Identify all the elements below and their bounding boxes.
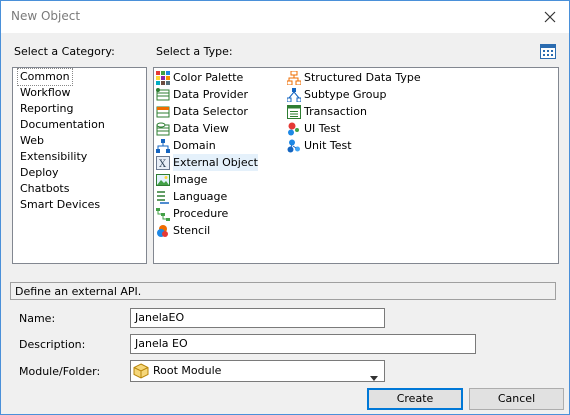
svg-text:X: X (159, 159, 167, 170)
external-object-icon: X (156, 155, 170, 170)
category-item-extensibility[interactable]: Extensibility (18, 149, 89, 165)
category-item-reporting[interactable]: Reporting (18, 101, 75, 117)
chevron-down-icon[interactable] (370, 369, 378, 387)
category-item-documentation[interactable]: Documentation (18, 117, 107, 133)
type-item-label: Structured Data Type (304, 71, 421, 84)
color-palette-icon (156, 70, 170, 85)
type-item-label: Data View (173, 122, 229, 135)
type-item-subtype-group[interactable]: Subtype Group (286, 86, 387, 103)
type-item-label: Data Provider (173, 88, 249, 101)
category-item-smart-devices[interactable]: Smart Devices (18, 197, 102, 213)
module-icon (133, 363, 149, 379)
type-item-label: External Object (173, 154, 258, 171)
language-icon (156, 190, 170, 204)
type-item-structured-data-type[interactable]: Structured Data Type (286, 69, 421, 86)
type-item-label: Language (173, 190, 228, 203)
create-button[interactable]: Create (367, 388, 463, 410)
type-item-external-object[interactable]: X External Object (156, 154, 258, 171)
type-item-label: Stencil (173, 224, 211, 237)
module-folder-label: Module/Folder: (19, 365, 101, 378)
type-item-label: Image (173, 173, 208, 186)
view-mode-icon[interactable] (540, 44, 556, 59)
type-item-data-view[interactable]: Data View (156, 120, 229, 137)
type-item-label: Data Selector (173, 105, 248, 118)
type-description: Define an external API. (10, 282, 556, 300)
type-item-transaction[interactable]: Transaction (287, 103, 367, 120)
title-bar: New Object (1, 1, 569, 33)
data-view-icon (156, 122, 170, 136)
image-icon (156, 173, 170, 187)
type-item-ui-test[interactable]: UI Test (287, 120, 340, 137)
type-item-language[interactable]: Language (156, 188, 227, 205)
data-provider-icon (156, 87, 170, 102)
category-item-chatbots[interactable]: Chatbots (18, 181, 71, 197)
category-list[interactable]: Common Workflow Reporting Documentation … (12, 67, 147, 264)
type-item-label: Transaction (304, 105, 367, 118)
ui-test-icon (287, 122, 301, 136)
description-label: Description: (19, 338, 86, 351)
description-field[interactable]: Janela EO (130, 334, 476, 354)
module-folder-select[interactable]: Root Module (130, 360, 385, 382)
type-item-label: Unit Test (304, 139, 352, 152)
transaction-icon (287, 104, 301, 119)
type-item-color-palette[interactable]: Color Palette (156, 69, 243, 86)
type-item-data-provider[interactable]: Data Provider (156, 86, 248, 103)
module-folder-value: Root Module (153, 364, 222, 377)
type-item-stencil[interactable]: Stencil (156, 222, 210, 239)
domain-icon (156, 138, 170, 153)
category-item-common[interactable]: Common (17, 68, 73, 86)
cancel-button[interactable]: Cancel (469, 388, 564, 410)
category-item-deploy[interactable]: Deploy (18, 165, 61, 181)
type-list[interactable]: Color Palette Data Provider Data Selecto… (153, 67, 559, 264)
name-label: Name: (19, 312, 56, 325)
close-icon[interactable] (539, 6, 561, 28)
type-item-procedure[interactable]: Procedure (156, 205, 228, 222)
name-field[interactable]: JanelaEO (130, 308, 385, 328)
unit-test-icon (287, 139, 301, 153)
category-item-workflow[interactable]: Workflow (18, 85, 73, 101)
category-label: Select a Category: (14, 45, 115, 58)
type-item-domain[interactable]: Domain (156, 137, 216, 154)
type-item-label: Color Palette (173, 71, 244, 84)
subtype-group-icon (286, 87, 302, 102)
procedure-icon (156, 207, 170, 221)
sdt-icon (286, 70, 302, 85)
window-title: New Object (11, 9, 81, 23)
category-item-web[interactable]: Web (18, 133, 46, 149)
type-label: Select a Type: (156, 45, 233, 58)
type-item-label: Domain (173, 139, 216, 152)
type-item-label: UI Test (304, 122, 341, 135)
stencil-icon (156, 224, 170, 238)
data-selector-icon (156, 105, 170, 119)
new-object-dialog: New Object Select a Category: Select a T… (0, 0, 570, 415)
type-item-data-selector[interactable]: Data Selector (156, 103, 248, 120)
type-item-label: Procedure (173, 207, 229, 220)
type-item-unit-test[interactable]: Unit Test (287, 137, 352, 154)
type-item-label: Subtype Group (304, 88, 387, 101)
type-item-image[interactable]: Image (156, 171, 207, 188)
